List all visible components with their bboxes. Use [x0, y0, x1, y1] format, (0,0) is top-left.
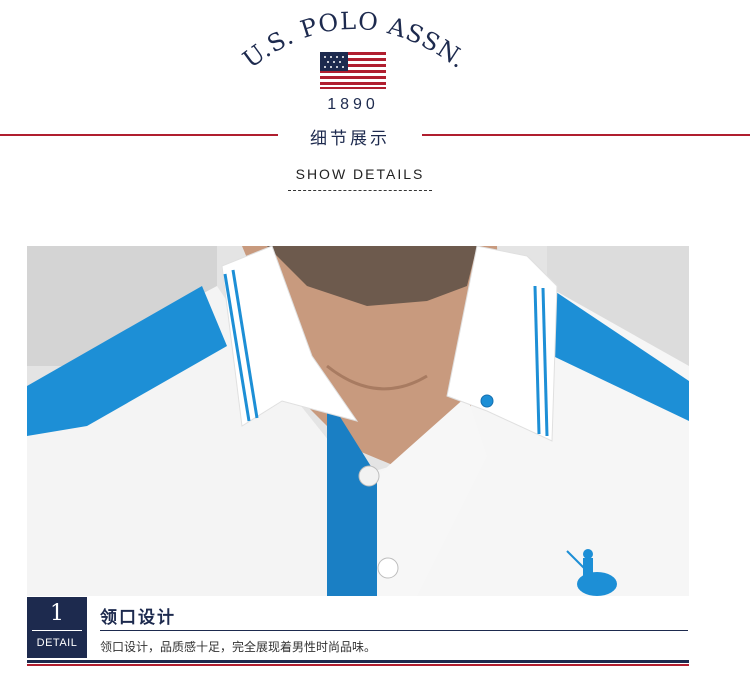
- section-title-en: SHOW DETAILS: [295, 166, 425, 182]
- brand-year: 1890: [327, 96, 379, 113]
- detail-separator: [100, 630, 688, 631]
- detail-title: 领口设计: [100, 608, 176, 628]
- header-rule-left: [0, 134, 278, 136]
- badge-divider: [32, 630, 82, 631]
- detail-description: 领口设计，品质感十足，完全展现着男性时尚品味。: [100, 640, 377, 654]
- dashed-underline: [288, 190, 432, 191]
- detail-number: 1: [50, 601, 64, 626]
- footer-band-red: [27, 664, 689, 666]
- detail-label: DETAIL: [36, 637, 78, 649]
- flag-icon: [320, 52, 386, 89]
- section-title-cn: 细节展示: [310, 129, 390, 149]
- collar-detail-photo: [27, 246, 689, 596]
- footer-band-navy: [27, 660, 689, 663]
- detail-number-badge: 1 DETAIL: [27, 597, 87, 658]
- header-rule-right: [422, 134, 750, 136]
- brand-logo: U.S. POLO ASSN. 1890: [238, 7, 471, 113]
